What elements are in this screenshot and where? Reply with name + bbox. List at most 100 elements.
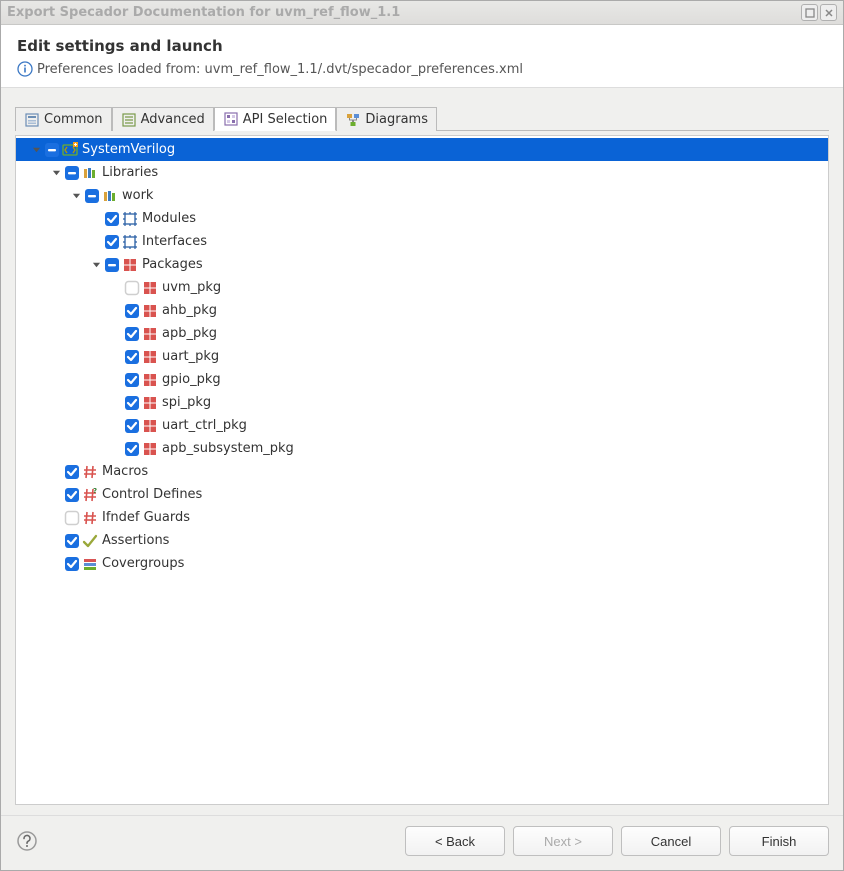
tab-label: Advanced — [141, 112, 205, 127]
tree-checkbox[interactable] — [44, 142, 60, 158]
tree-row[interactable]: Macros — [16, 460, 828, 483]
tree-checkbox[interactable] — [64, 510, 80, 526]
maximize-button[interactable] — [801, 4, 818, 21]
tree-row[interactable]: Interfaces — [16, 230, 828, 253]
tree-checkbox[interactable] — [124, 441, 140, 457]
define-icon — [82, 487, 98, 503]
tree-row[interactable]: Libraries — [16, 161, 828, 184]
tree-label: Libraries — [101, 165, 158, 180]
tree-row[interactable]: Packages — [16, 253, 828, 276]
tab-label: Common — [44, 112, 103, 127]
tree-expander[interactable] — [28, 142, 44, 158]
tree-label: spi_pkg — [161, 395, 211, 410]
tree-row[interactable]: gpio_pkg — [16, 368, 828, 391]
tree-row[interactable]: Ifndef Guards — [16, 506, 828, 529]
tree-label: Modules — [141, 211, 196, 226]
library-icon — [102, 188, 118, 204]
tree-expander[interactable] — [68, 188, 84, 204]
package-icon — [142, 303, 158, 319]
tree-expander[interactable] — [88, 257, 104, 273]
tree-label: Macros — [101, 464, 148, 479]
macro-icon — [82, 464, 98, 480]
info-text: Preferences loaded from: uvm_ref_flow_1.… — [37, 62, 523, 77]
tree-checkbox[interactable] — [124, 280, 140, 296]
tree-checkbox[interactable] — [124, 395, 140, 411]
tree-row[interactable]: Modules — [16, 207, 828, 230]
tab-icon — [121, 112, 137, 128]
tree-label: Packages — [141, 257, 203, 272]
tree-checkbox[interactable] — [64, 487, 80, 503]
tree-checkbox[interactable] — [64, 464, 80, 480]
tree-checkbox[interactable] — [104, 211, 120, 227]
covergroup-icon — [82, 556, 98, 572]
tree-spacer — [88, 211, 104, 227]
tree-row[interactable]: uart_ctrl_pkg — [16, 414, 828, 437]
tree-row[interactable]: Covergroups — [16, 552, 828, 575]
tab-label: Diagrams — [365, 112, 428, 127]
tree-checkbox[interactable] — [84, 188, 100, 204]
tree-spacer — [108, 349, 124, 365]
tree-checkbox[interactable] — [104, 257, 120, 273]
tree-label: uart_pkg — [161, 349, 219, 364]
package-icon — [142, 372, 158, 388]
tree-checkbox[interactable] — [124, 372, 140, 388]
dialog-header: Edit settings and launch Preferences loa… — [1, 25, 843, 88]
tree-row[interactable]: work — [16, 184, 828, 207]
info-message: Preferences loaded from: uvm_ref_flow_1.… — [17, 61, 827, 77]
tree-row[interactable]: uvm_pkg — [16, 276, 828, 299]
tree-label: ahb_pkg — [161, 303, 217, 318]
tree-checkbox[interactable] — [104, 234, 120, 250]
tree-checkbox[interactable] — [64, 165, 80, 181]
tree-spacer — [88, 234, 104, 250]
tree-row[interactable]: Assertions — [16, 529, 828, 552]
window-title: Export Specador Documentation for uvm_re… — [7, 5, 799, 20]
tree-row[interactable]: Control Defines — [16, 483, 828, 506]
tree-row[interactable]: SystemVerilog — [16, 138, 828, 161]
finish-button[interactable]: Finish — [729, 826, 829, 856]
tab-advanced[interactable]: Advanced — [112, 107, 214, 131]
tree-row[interactable]: spi_pkg — [16, 391, 828, 414]
tab-api-selection[interactable]: API Selection — [214, 107, 337, 131]
package-icon — [142, 441, 158, 457]
dialog-body: Common Advanced API Selection Diagrams Syst… — [1, 88, 843, 815]
tabstrip: Common Advanced API Selection Diagrams — [15, 106, 829, 131]
tree-row[interactable]: apb_pkg — [16, 322, 828, 345]
close-button[interactable] — [820, 4, 837, 21]
help-button[interactable] — [15, 829, 39, 853]
tree-label: gpio_pkg — [161, 372, 221, 387]
tree-label: uvm_pkg — [161, 280, 221, 295]
tree-spacer — [48, 556, 64, 572]
tree-expander[interactable] — [48, 165, 64, 181]
titlebar: Export Specador Documentation for uvm_re… — [1, 1, 843, 25]
tree-label: apb_subsystem_pkg — [161, 441, 294, 456]
package-icon — [142, 418, 158, 434]
back-button[interactable]: < Back — [405, 826, 505, 856]
api-tree-panel[interactable]: SystemVerilog Libraries work Modules Interfa… — [15, 135, 829, 805]
package-icon — [142, 326, 158, 342]
next-button[interactable]: Next > — [513, 826, 613, 856]
tree-checkbox[interactable] — [64, 533, 80, 549]
library-icon — [82, 165, 98, 181]
tree-label: Ifndef Guards — [101, 510, 190, 525]
tree-checkbox[interactable] — [124, 349, 140, 365]
dialog-footer: < Back Next > Cancel Finish — [1, 815, 843, 870]
systemverilog-icon — [62, 142, 78, 158]
tab-common[interactable]: Common — [15, 107, 112, 131]
module-icon — [122, 211, 138, 227]
tree-row[interactable]: ahb_pkg — [16, 299, 828, 322]
tree-spacer — [108, 280, 124, 296]
tab-diagrams[interactable]: Diagrams — [336, 107, 437, 131]
tree-label: Covergroups — [101, 556, 184, 571]
module-icon — [122, 234, 138, 250]
tree-checkbox[interactable] — [64, 556, 80, 572]
tree-label: uart_ctrl_pkg — [161, 418, 247, 433]
tab-icon — [223, 111, 239, 127]
tree-checkbox[interactable] — [124, 303, 140, 319]
cancel-button[interactable]: Cancel — [621, 826, 721, 856]
tree-spacer — [48, 533, 64, 549]
tree-checkbox[interactable] — [124, 326, 140, 342]
tree-row[interactable]: apb_subsystem_pkg — [16, 437, 828, 460]
tree-row[interactable]: uart_pkg — [16, 345, 828, 368]
tree-label: Assertions — [101, 533, 169, 548]
tree-checkbox[interactable] — [124, 418, 140, 434]
